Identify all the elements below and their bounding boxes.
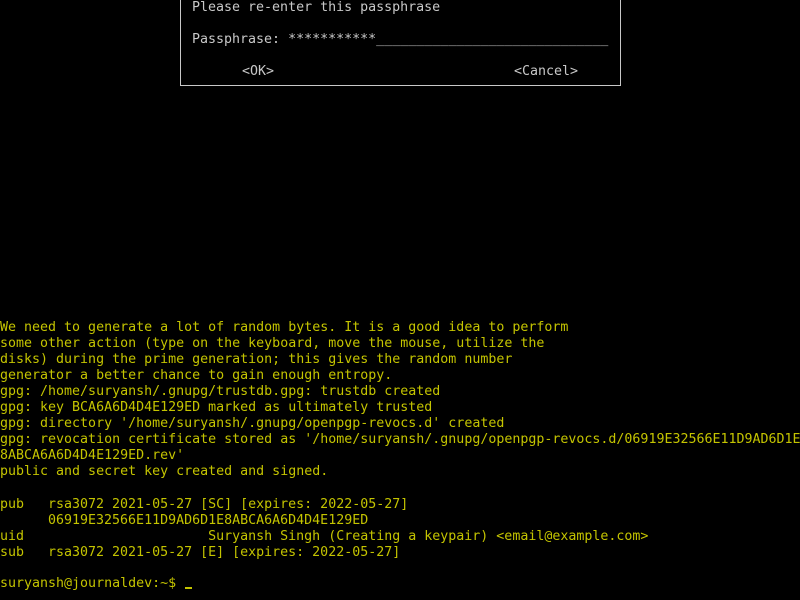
shell-prompt-line[interactable]: suryansh@journaldev:~$ — [0, 576, 193, 592]
key-row-tag: uid — [0, 529, 25, 544]
key-row-tag: sub — [0, 545, 25, 560]
cancel-button[interactable]: <Cancel> — [514, 64, 578, 80]
terminal-output: We need to generate a lot of random byte… — [0, 320, 800, 480]
output-line: some other action (type on the keyboard,… — [0, 336, 545, 351]
passphrase-input[interactable]: ***********_____________________________ — [288, 32, 608, 47]
key-listing: pub rsa3072 2021-05-27 [SC] [expires: 202… — [0, 497, 648, 561]
key-row-tag: pub — [0, 497, 25, 512]
key-listing-row: sub rsa3072 2021-05-27 [E] [expires: 2022… — [0, 545, 648, 561]
passphrase-row: Passphrase: ***********_________________… — [192, 32, 608, 48]
text-cursor — [185, 587, 193, 589]
pinentry-dialog: Please re-enter this passphrase Passphra… — [180, 0, 621, 86]
key-listing-row: 06919E32566E11D9AD6D1E8ABCA6A6D4D4E129ED — [0, 513, 648, 529]
output-line: generator a better chance to gain enough… — [0, 368, 393, 383]
output-line: We need to generate a lot of random byte… — [0, 320, 569, 335]
key-listing-row: pub rsa3072 2021-05-27 [SC] [expires: 202… — [0, 497, 648, 513]
output-line: 8ABCA6A6D4D4E129ED.rev' — [0, 448, 185, 463]
passphrase-field-fill: _____________________________ — [376, 32, 609, 47]
output-line: public and secret key created and signed… — [0, 464, 329, 479]
output-line: gpg: revocation certificate stored as '/… — [0, 432, 800, 447]
passphrase-label: Passphrase: — [192, 32, 289, 47]
output-line: gpg: /home/suryansh/.gnupg/trustdb.gpg: … — [0, 384, 441, 399]
key-row-text: rsa3072 2021-05-27 [SC] [expires: 2022-0… — [48, 497, 409, 512]
shell-prompt: suryansh@journaldev:~$ — [0, 576, 185, 591]
output-line: gpg: directory '/home/suryansh/.gnupg/op… — [0, 416, 505, 431]
output-line: gpg: key BCA6A6D4D4E129ED marked as ulti… — [0, 400, 433, 415]
key-listing-row: uid Suryansh Singh (Creating a keypair) … — [0, 529, 648, 545]
key-fingerprint: 06919E32566E11D9AD6D1E8ABCA6A6D4D4E129ED — [48, 513, 369, 528]
ok-button[interactable]: <OK> — [242, 64, 274, 80]
output-line: disks) during the prime generation; this… — [0, 352, 513, 367]
dialog-prompt: Please re-enter this passphrase — [192, 0, 441, 15]
key-row-text: rsa3072 2021-05-27 [E] [expires: 2022-05… — [48, 545, 401, 560]
key-row-text: Suryansh Singh (Creating a keypair) <ema… — [48, 529, 649, 544]
passphrase-masked-value: *********** — [288, 32, 377, 47]
